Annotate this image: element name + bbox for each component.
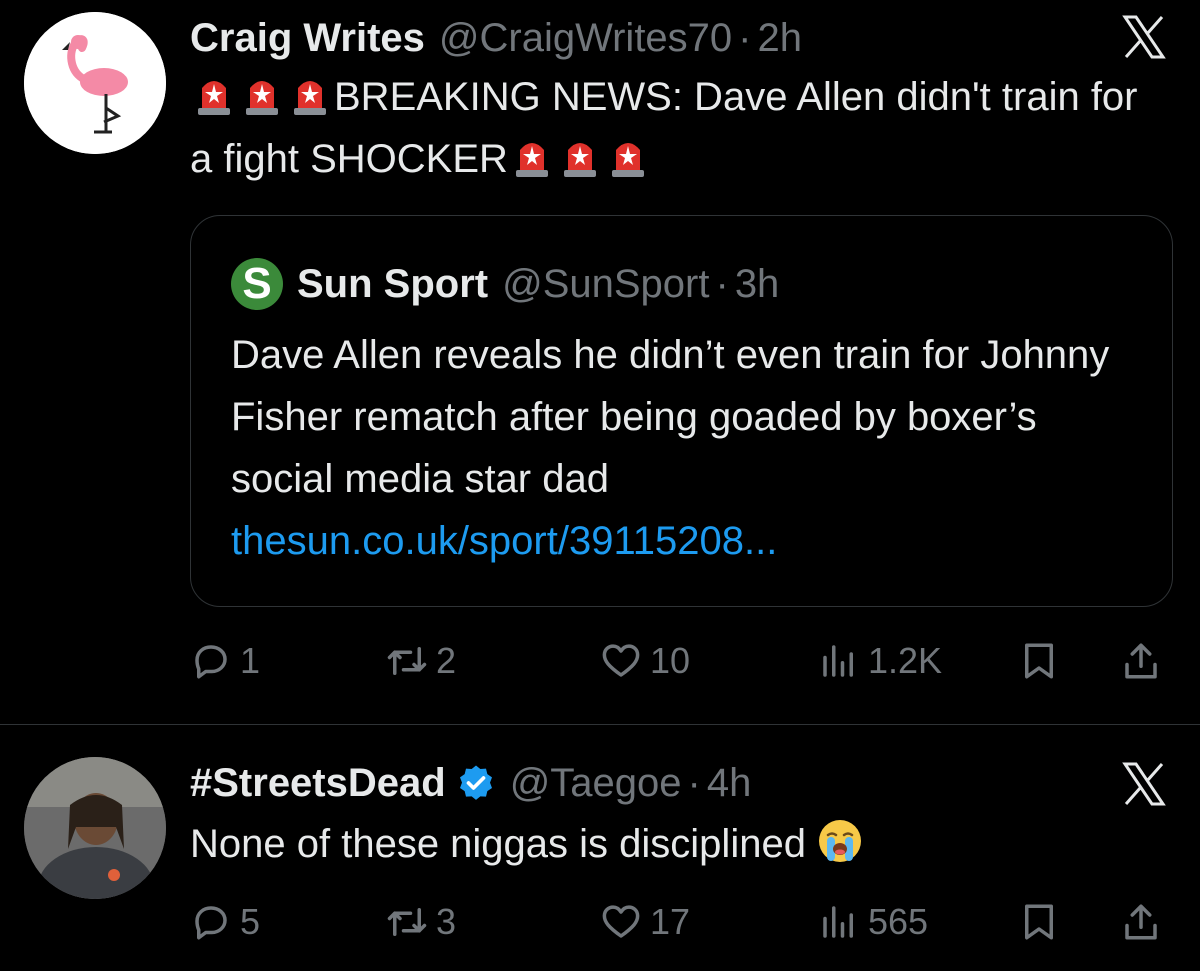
views-count: 1.2K bbox=[868, 640, 943, 681]
quote-header: S Sun Sport @SunSport · 3h bbox=[231, 258, 779, 310]
police-car-light-emoji bbox=[294, 81, 326, 115]
bookmark-button[interactable] bbox=[1018, 636, 1068, 686]
tweet-text: None of these niggas is disciplined bbox=[190, 813, 1160, 875]
tweet[interactable]: Craig Writes @CraigWrites70 · 2h BREAKIN… bbox=[0, 0, 1200, 725]
loudly-crying-face-emoji bbox=[818, 820, 861, 862]
tweet[interactable]: #StreetsDead @Taegoe · 4h None of these … bbox=[0, 725, 1200, 971]
views-icon bbox=[823, 906, 853, 938]
bookmark-button[interactable] bbox=[1018, 897, 1068, 947]
timestamp[interactable]: 2h bbox=[758, 16, 803, 61]
heart-icon bbox=[602, 905, 640, 938]
retweet-count: 3 bbox=[436, 901, 457, 942]
author-handle[interactable]: @Taegoe bbox=[510, 761, 682, 806]
bookmark-icon bbox=[1025, 643, 1053, 679]
retweet-icon bbox=[387, 908, 427, 936]
police-car-light-emoji bbox=[563, 143, 596, 177]
separator-dot: · bbox=[687, 760, 701, 805]
bookmark-icon bbox=[1025, 904, 1053, 940]
share-icon bbox=[1125, 904, 1157, 940]
views-button[interactable]: 565 bbox=[818, 897, 928, 947]
author-handle[interactable]: @CraigWrites70 bbox=[439, 16, 732, 61]
tweet-header: Craig Writes @CraigWrites70 · 2h bbox=[190, 12, 802, 64]
retweet-button[interactable]: 2 bbox=[386, 636, 456, 686]
action-bar: 5 3 17 565 bbox=[190, 897, 1170, 947]
quoted-tweet[interactable]: S Sun Sport @SunSport · 3h Dave Allen re… bbox=[190, 215, 1173, 607]
verified-badge-icon bbox=[459, 765, 492, 800]
x-icon[interactable] bbox=[1122, 761, 1166, 807]
tweet-text-content: BREAKING NEWS: Dave Allen didn't train f… bbox=[190, 75, 1138, 181]
quote-text-content: Dave Allen reveals he didn’t even train … bbox=[231, 333, 1110, 501]
action-bar: 1 2 10 1.2K bbox=[190, 636, 1170, 686]
reply-count: 5 bbox=[240, 901, 261, 942]
tweet-text-content: None of these niggas is disciplined bbox=[190, 822, 806, 866]
author-name[interactable]: Craig Writes bbox=[190, 16, 425, 61]
like-button[interactable]: 17 bbox=[600, 897, 690, 947]
timestamp[interactable]: 4h bbox=[707, 761, 752, 806]
profile-photo bbox=[24, 757, 166, 899]
quote-link[interactable]: thesun.co.uk/sport/39115208... bbox=[231, 510, 1131, 572]
like-count: 17 bbox=[650, 901, 691, 942]
avatar[interactable] bbox=[24, 12, 166, 154]
avatar[interactable] bbox=[24, 757, 166, 899]
police-car-light-emoji bbox=[611, 143, 644, 177]
share-button[interactable] bbox=[1120, 897, 1170, 947]
reply-button[interactable]: 5 bbox=[190, 897, 260, 947]
separator-dot: · bbox=[738, 15, 752, 60]
tweet-text: BREAKING NEWS: Dave Allen didn't train f… bbox=[190, 66, 1160, 190]
like-count: 10 bbox=[650, 640, 691, 681]
reply-button[interactable]: 1 bbox=[190, 636, 260, 686]
reply-count: 1 bbox=[240, 640, 261, 681]
quote-text: Dave Allen reveals he didn’t even train … bbox=[231, 324, 1131, 572]
sun-sport-logo[interactable]: S bbox=[231, 258, 283, 310]
retweet-count: 2 bbox=[436, 640, 457, 681]
views-icon bbox=[823, 645, 853, 677]
police-car-light-emoji bbox=[246, 81, 278, 115]
views-count: 565 bbox=[868, 901, 929, 942]
reply-icon bbox=[195, 645, 227, 679]
quote-author-handle[interactable]: @SunSport bbox=[502, 262, 709, 307]
share-button[interactable] bbox=[1120, 636, 1170, 686]
retweet-button[interactable]: 3 bbox=[386, 897, 456, 947]
tweet-header: #StreetsDead @Taegoe · 4h bbox=[190, 757, 751, 809]
views-button[interactable]: 1.2K bbox=[818, 636, 942, 686]
heart-icon bbox=[602, 644, 640, 677]
police-car-light-emoji bbox=[515, 143, 548, 177]
quote-author-name[interactable]: Sun Sport bbox=[297, 262, 488, 307]
flamingo-icon bbox=[24, 12, 166, 154]
share-icon bbox=[1125, 643, 1157, 679]
like-button[interactable]: 10 bbox=[600, 636, 690, 686]
x-icon[interactable] bbox=[1122, 14, 1166, 60]
separator-dot: · bbox=[715, 261, 729, 306]
author-name[interactable]: #StreetsDead bbox=[190, 761, 446, 806]
reply-icon bbox=[195, 906, 227, 940]
police-car-light-emoji bbox=[198, 81, 230, 115]
quote-timestamp[interactable]: 3h bbox=[735, 262, 780, 307]
retweet-icon bbox=[387, 647, 427, 675]
